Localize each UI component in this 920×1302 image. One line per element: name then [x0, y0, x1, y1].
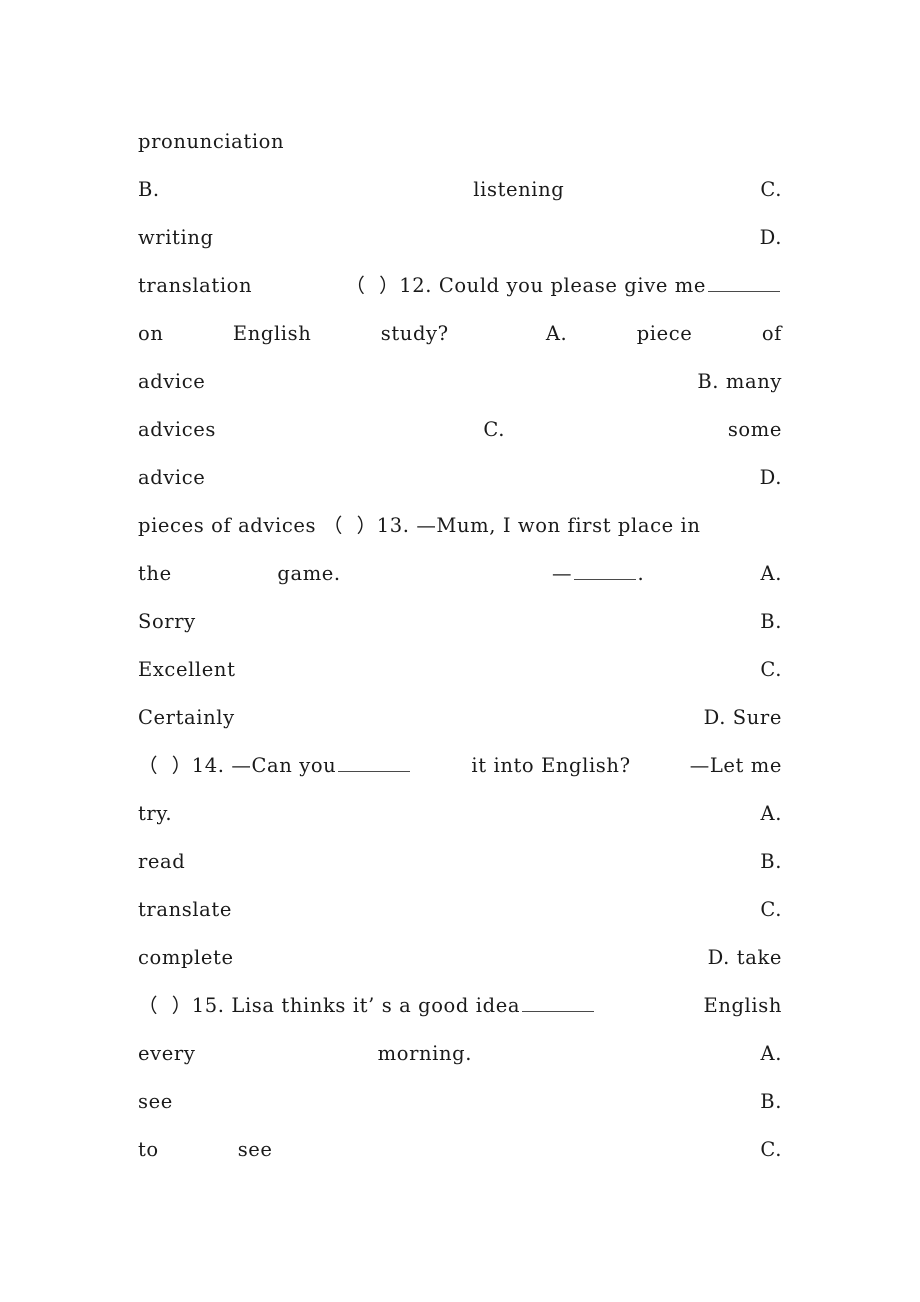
text-line: advice D. [138, 454, 782, 502]
text-line: （ ）14. —Can you it into English? —Let me [138, 742, 782, 790]
option-letter: B. [760, 610, 782, 633]
text-run: every [138, 1042, 196, 1065]
text-line: to see C. [138, 1126, 782, 1174]
text-run: advices [138, 418, 217, 441]
text-run: game. [277, 562, 341, 585]
option-letter: C. [760, 898, 782, 921]
text-line: translation （ ）12. Could you please give… [138, 262, 782, 310]
option-entry: D. Sure [703, 706, 782, 729]
option-letter: C. [483, 418, 506, 441]
text-run: see [237, 1138, 273, 1161]
text-line: try. A. [138, 790, 782, 838]
text-run: the [138, 562, 172, 585]
question-stem: pieces of advices （ ）13. —Mum, I won fir… [138, 514, 701, 537]
text-run: listening [473, 178, 565, 201]
text-run: English [232, 322, 312, 345]
text-run: pronunciation [138, 130, 285, 153]
text-run: Certainly [138, 706, 235, 729]
option-letter: A. [760, 1042, 782, 1065]
fill-in-blank [338, 754, 411, 772]
option-letter: A. [760, 562, 782, 585]
period: . [637, 562, 645, 585]
text-run: Sorry [138, 610, 196, 633]
text-line: on English study? A. piece of [138, 310, 782, 358]
option-entry: D. take [707, 946, 782, 969]
text-run: it into English? [471, 754, 631, 777]
question-stem: （ ）15. Lisa thinks it’ s a good idea [138, 982, 596, 1030]
text-run: （ ）15. Lisa thinks it’ s a good idea [138, 994, 521, 1017]
fill-in-blank [522, 994, 595, 1012]
text-line: advice B. many [138, 358, 782, 406]
text-run: advice [138, 466, 206, 489]
option-entry: B. many [697, 370, 782, 393]
text-line: Certainly D. Sure [138, 694, 782, 742]
text-run: on [138, 322, 164, 345]
text-run: advice [138, 370, 206, 393]
option-letter: C. [760, 658, 782, 681]
answer-blank-group: —. [552, 550, 644, 598]
text-run: —Let me [689, 754, 782, 777]
text-run: English [703, 994, 782, 1017]
text-line: （ ）15. Lisa thinks it’ s a good idea Eng… [138, 982, 782, 1030]
text-line: the game. —. A. [138, 550, 782, 598]
fill-in-blank [573, 562, 636, 580]
text-line: every morning. A. [138, 1030, 782, 1078]
text-run: （ ）12. Could you please give me [345, 274, 706, 297]
document-text-body: pronunciation B. listening C. writing D.… [138, 118, 782, 1174]
text-line: complete D. take [138, 934, 782, 982]
option-letter: C. [760, 1138, 782, 1161]
option-letter: B. [760, 1090, 782, 1113]
text-line: read B. [138, 838, 782, 886]
document-page: pronunciation B. listening C. writing D.… [0, 0, 920, 1302]
text-line: Sorry B. [138, 598, 782, 646]
option-letter: A. [760, 802, 782, 825]
text-run: translate [138, 898, 232, 921]
text-line: Excellent C. [138, 646, 782, 694]
question-stem: （ ）12. Could you please give me [345, 262, 782, 310]
text-run: complete [138, 946, 234, 969]
text-line: pieces of advices （ ）13. —Mum, I won fir… [138, 502, 782, 550]
text-run: morning. [377, 1042, 473, 1065]
option-letter: B. [760, 850, 782, 873]
text-run: some [727, 418, 782, 441]
text-line: B. listening C. [138, 166, 782, 214]
text-line: advices C. some [138, 406, 782, 454]
text-run: writing [138, 226, 214, 249]
text-run: Excellent [138, 658, 236, 681]
option-letter: A. [545, 322, 568, 345]
text-line: translate C. [138, 886, 782, 934]
em-dash: — [552, 562, 572, 585]
text-run: translation [138, 274, 253, 297]
text-line: see B. [138, 1078, 782, 1126]
option-letter: C. [760, 178, 782, 201]
option-letter: B. [138, 178, 160, 201]
text-run: study? [380, 322, 449, 345]
text-run: see [138, 1090, 173, 1113]
text-run: （ ）14. —Can you [138, 754, 337, 777]
option-letter: D. [759, 466, 782, 489]
text-line: pronunciation [138, 118, 782, 166]
text-run: of [761, 322, 782, 345]
text-line: writing D. [138, 214, 782, 262]
text-run: piece [636, 322, 693, 345]
fill-in-blank [708, 274, 780, 292]
text-run: to [138, 1138, 159, 1161]
text-run: try. [138, 802, 173, 825]
text-run: read [138, 850, 186, 873]
option-letter: D. [759, 226, 782, 249]
question-stem: （ ）14. —Can you [138, 742, 412, 790]
